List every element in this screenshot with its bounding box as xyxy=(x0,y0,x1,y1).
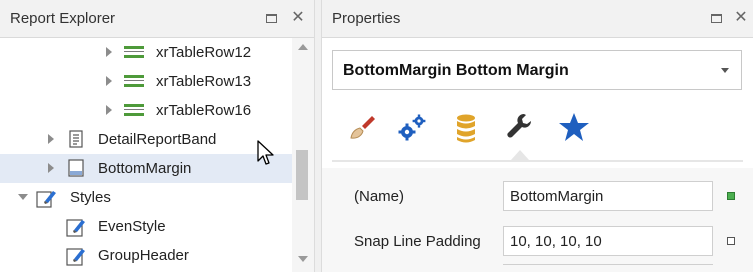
style-icon xyxy=(66,246,86,266)
expand-arrow-icon[interactable] xyxy=(48,134,54,144)
property-set-marker[interactable] xyxy=(727,192,735,200)
tree-item-label: DetailReportBand xyxy=(98,131,217,148)
bottom-margin-band-icon xyxy=(66,159,86,177)
scroll-down-icon[interactable] xyxy=(298,256,308,262)
restore-button[interactable] xyxy=(262,9,280,27)
detail-report-band-icon xyxy=(66,130,86,148)
report-explorer-panel: Report Explorer ✕ xrTableRow12 xrTableRo… xyxy=(0,0,314,272)
property-value-field[interactable]: 10, 10, 10, 10 xyxy=(503,226,713,256)
tree-item-evenstyle[interactable]: EvenStyle xyxy=(0,212,292,241)
tree-item-label: GroupHeader xyxy=(98,247,189,264)
tree-item-xrtablerow16[interactable]: xrTableRow16 xyxy=(0,96,292,125)
property-row-snap-line-padding: Snap Line Padding 10, 10, 10, 10 xyxy=(322,223,753,257)
properties-title: Properties xyxy=(332,10,401,27)
dropdown-arrow-icon[interactable] xyxy=(721,68,729,73)
mouse-cursor-icon xyxy=(257,140,274,165)
restore-icon xyxy=(710,14,722,23)
tree-item-label: Styles xyxy=(70,189,111,206)
component-selector[interactable]: BottomMargin Bottom Margin xyxy=(332,50,742,90)
collapse-arrow-icon[interactable] xyxy=(18,194,28,200)
appearance-brush-icon xyxy=(350,116,375,139)
property-row-name: (Name) BottomMargin xyxy=(322,178,753,212)
expand-arrow-icon[interactable] xyxy=(106,47,112,57)
tab-appearance[interactable] xyxy=(340,108,380,148)
explorer-scrollbar[interactable] xyxy=(292,38,314,272)
property-label: Snap Line Padding xyxy=(354,233,481,250)
close-button[interactable]: ✕ xyxy=(732,9,750,27)
properties-header: Properties ✕ xyxy=(322,0,753,38)
tab-favorites[interactable] xyxy=(554,108,594,148)
style-icon xyxy=(66,217,86,237)
tree-item-xrtablerow12[interactable]: xrTableRow12 xyxy=(0,38,292,67)
report-tree: xrTableRow12 xrTableRow13 xrTableRow16 D… xyxy=(0,38,292,272)
component-selector-value: BottomMargin Bottom Margin xyxy=(343,62,569,79)
tree-item-label: BottomMargin xyxy=(98,160,192,177)
property-grid: (Name) BottomMargin Snap Line Padding 10… xyxy=(322,168,753,272)
table-row-icon xyxy=(124,101,144,119)
report-explorer-header: Report Explorer ✕ xyxy=(0,0,314,38)
property-label: (Name) xyxy=(354,188,405,205)
close-icon: ✕ xyxy=(734,9,748,26)
favorites-star-icon xyxy=(559,113,589,141)
property-tabs xyxy=(322,100,753,162)
tree-item-styles[interactable]: Styles xyxy=(0,183,292,212)
property-default-marker[interactable] xyxy=(727,237,735,245)
property-value: 10, 10, 10, 10 xyxy=(510,233,602,250)
tree-item-detailreportband[interactable]: DetailReportBand xyxy=(0,125,292,154)
tabs-divider xyxy=(332,160,743,162)
expand-arrow-icon[interactable] xyxy=(48,163,54,173)
design-wrench-icon xyxy=(507,114,531,138)
expand-arrow-icon[interactable] xyxy=(106,76,112,86)
scroll-up-icon[interactable] xyxy=(298,44,308,50)
tab-design[interactable] xyxy=(500,108,540,160)
tree-item-label: EvenStyle xyxy=(98,218,166,235)
table-row-icon xyxy=(124,43,144,61)
report-explorer-title: Report Explorer xyxy=(10,10,116,27)
data-database-icon xyxy=(457,114,475,143)
tree-item-label: xrTableRow16 xyxy=(156,102,252,119)
restore-icon xyxy=(265,14,277,23)
tree-item-groupheader[interactable]: GroupHeader xyxy=(0,241,292,270)
close-icon: ✕ xyxy=(291,9,305,26)
tab-behavior[interactable] xyxy=(392,108,432,148)
scroll-thumb[interactable] xyxy=(296,150,308,200)
property-value: BottomMargin xyxy=(510,188,604,205)
styles-icon xyxy=(36,188,56,208)
properties-panel: Properties ✕ BottomMargin Bottom Margin xyxy=(322,0,753,272)
tree-item-label: xrTableRow12 xyxy=(156,44,252,61)
next-property-field[interactable] xyxy=(503,264,713,272)
panel-splitter[interactable] xyxy=(314,0,322,272)
tab-data[interactable] xyxy=(446,108,486,148)
close-button[interactable]: ✕ xyxy=(289,9,307,27)
table-row-icon xyxy=(124,72,144,90)
expand-arrow-icon[interactable] xyxy=(106,105,112,115)
tree-item-label: xrTableRow13 xyxy=(156,73,252,90)
property-value-field[interactable]: BottomMargin xyxy=(503,181,713,211)
tree-item-xrtablerow13[interactable]: xrTableRow13 xyxy=(0,67,292,96)
tree-item-bottommargin[interactable]: BottomMargin xyxy=(0,154,292,183)
behavior-gears-icon xyxy=(398,114,426,141)
restore-button[interactable] xyxy=(707,9,725,27)
